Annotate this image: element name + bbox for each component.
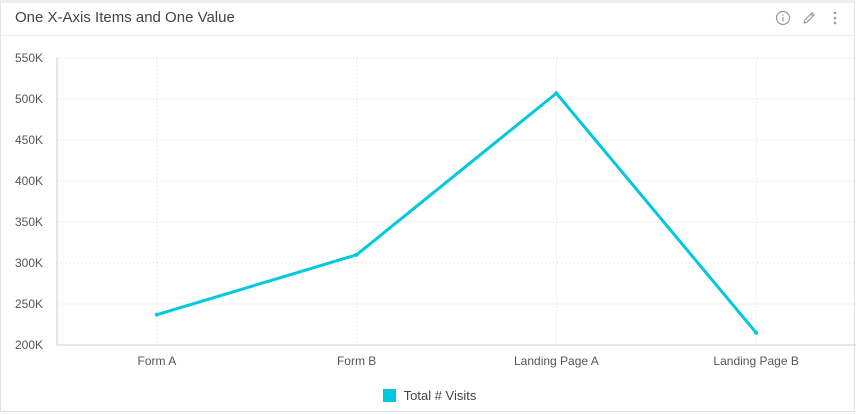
y-tick-label: 350K [15, 215, 43, 229]
x-tick-label: Landing Page A [514, 354, 599, 368]
x-tick-label: Landing Page B [713, 354, 798, 368]
series-line [156, 91, 758, 334]
y-tick-label: 400K [15, 174, 43, 188]
data-point[interactable] [154, 312, 159, 317]
line-chart: 200K 250K 300K 350K 400K 450K 500K 550K Form A Fo… [15, 51, 856, 368]
y-tick-label: 500K [15, 92, 43, 106]
y-tick-label: 250K [15, 297, 43, 311]
data-point[interactable] [354, 252, 359, 257]
chart-legend: Total # Visits [1, 388, 857, 403]
legend-swatch [382, 389, 396, 402]
y-tick-label: 200K [15, 338, 43, 352]
legend-label[interactable]: Total # Visits [404, 388, 477, 403]
data-point[interactable] [554, 91, 559, 96]
y-tick-label: 450K [15, 133, 43, 147]
x-tick-label: Form A [138, 354, 177, 368]
data-point[interactable] [754, 330, 759, 335]
y-tick-label: 300K [15, 256, 43, 270]
x-tick-label: Form B [337, 354, 376, 368]
y-tick-label: 550K [15, 51, 43, 65]
chart-widget: One X-Axis Items and One Value 200K 250K… [0, 0, 857, 412]
